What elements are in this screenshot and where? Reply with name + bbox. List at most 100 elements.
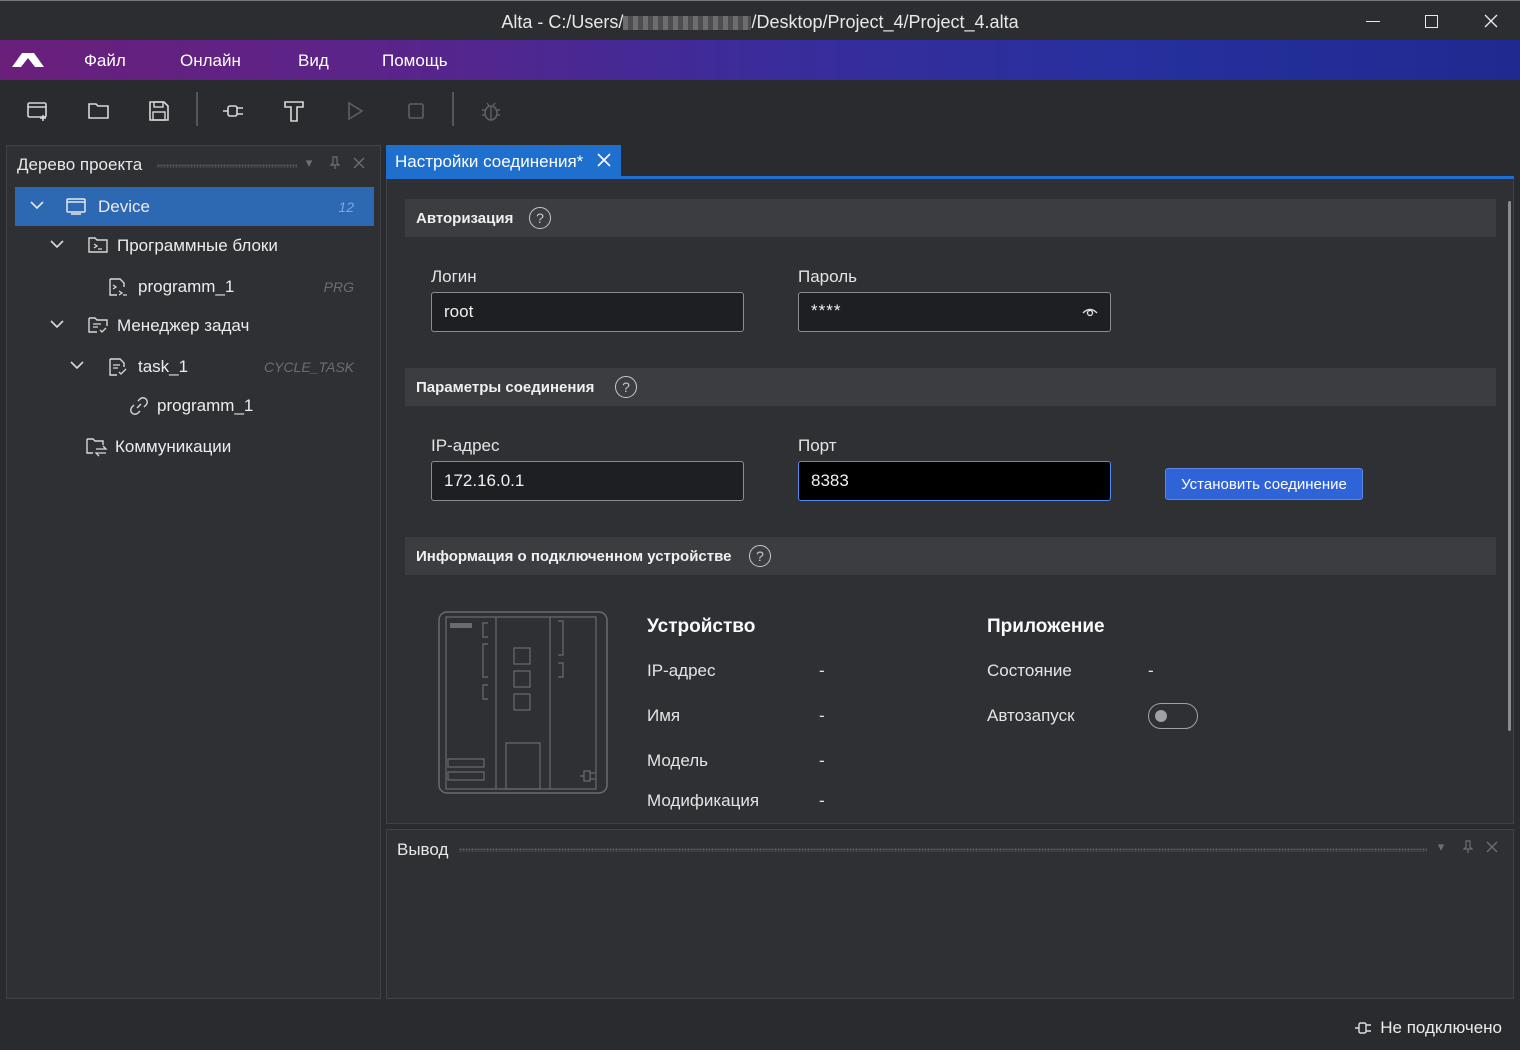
password-label: Пароль xyxy=(798,267,857,286)
save-button[interactable] xyxy=(146,98,172,124)
menu-view[interactable]: Вид xyxy=(298,51,329,71)
alta-logo-icon xyxy=(12,53,44,67)
menu-online[interactable]: Онлайн xyxy=(180,51,241,71)
section-title: Авторизация xyxy=(416,210,514,227)
minimize-button[interactable] xyxy=(1344,1,1402,41)
section-title: Информация о подключенном устройстве xyxy=(416,548,732,565)
password-input[interactable] xyxy=(811,301,1071,321)
tree-item-label: Программные блоки xyxy=(117,236,278,255)
device-name-label: Имя xyxy=(647,706,681,725)
plc-device-illustration xyxy=(438,611,608,794)
window-title-prefix: Alta - C:/Users/ xyxy=(501,12,624,32)
tree-item-task-1[interactable]: task_1 CYCLE_TASK xyxy=(15,347,374,386)
tab-connection-settings[interactable]: Настройки соединения* xyxy=(386,145,621,176)
help-icon[interactable]: ? xyxy=(615,376,637,398)
device-icon xyxy=(66,198,86,215)
program-file-icon xyxy=(109,278,127,296)
menu-file[interactable]: Файл xyxy=(84,51,126,71)
tree-item-label: Коммуникации xyxy=(115,437,232,456)
debug-bug-icon xyxy=(482,102,500,121)
autostart-toggle[interactable] xyxy=(1148,703,1198,729)
run-button[interactable] xyxy=(342,98,368,124)
tree-item-task-manager[interactable]: Менеджер задач xyxy=(15,306,374,345)
panel-close-icon[interactable] xyxy=(351,155,367,171)
help-icon[interactable]: ? xyxy=(749,545,771,567)
login-input[interactable] xyxy=(444,302,704,322)
toggle-knob xyxy=(1155,710,1167,722)
tree-item-communications[interactable]: Коммуникации xyxy=(15,427,374,466)
application-heading: Приложение xyxy=(987,616,1105,637)
tree-item-label: programm_1 xyxy=(157,396,254,415)
vertical-scrollbar[interactable] xyxy=(1508,201,1511,731)
section-connection-parameters: Параметры соединения ? xyxy=(405,368,1496,406)
panel-close-icon[interactable] xyxy=(1484,839,1500,855)
tab-close-icon[interactable] xyxy=(596,152,612,168)
show-password-eye-icon[interactable] xyxy=(1082,305,1098,319)
help-icon[interactable]: ? xyxy=(529,207,551,229)
panel-grip xyxy=(459,848,1427,852)
ip-address-input[interactable] xyxy=(444,471,704,491)
maximize-button[interactable] xyxy=(1402,1,1460,41)
window-title: Alta - C:/Users/ /Desktop/Project_4/Proje… xyxy=(0,12,1520,33)
status-bar: Не подключено xyxy=(0,1005,1520,1050)
ip-address-field[interactable] xyxy=(431,461,744,501)
disconnected-plug-icon xyxy=(1355,1022,1372,1034)
toolbar-separator xyxy=(452,92,454,126)
tree-item-tag: CYCLE_TASK xyxy=(264,359,354,375)
login-label: Логин xyxy=(431,267,477,286)
new-project-button[interactable] xyxy=(25,98,51,124)
panel-dropdown-icon[interactable]: ▾ xyxy=(1433,839,1449,855)
maximize-icon xyxy=(1424,14,1438,28)
chevron-down-icon[interactable] xyxy=(49,319,65,329)
stop-button[interactable] xyxy=(403,98,429,124)
login-field[interactable] xyxy=(431,292,744,332)
tree-item-programm-1[interactable]: programm_1 PRG xyxy=(15,267,374,306)
pin-icon[interactable] xyxy=(1460,839,1476,855)
open-folder-button[interactable] xyxy=(86,98,112,124)
build-button[interactable] xyxy=(281,98,307,124)
tree-item-label: task_1 xyxy=(138,357,189,376)
app-state-label: Состояние xyxy=(987,661,1072,680)
tree-item-programm-1-link[interactable]: programm_1 xyxy=(15,386,374,425)
tree-item-tag: 12 xyxy=(338,199,354,215)
password-field[interactable] xyxy=(798,292,1111,332)
tree-item-program-blocks[interactable]: Программные блоки xyxy=(15,226,374,265)
chevron-down-icon[interactable] xyxy=(49,239,65,249)
section-device-info: Информация о подключенном устройстве ? xyxy=(405,537,1496,575)
connect-plug-icon xyxy=(223,105,243,117)
pin-icon[interactable] xyxy=(327,155,343,171)
menu-help[interactable]: Помощь xyxy=(382,51,448,71)
connection-status: Не подключено xyxy=(1354,1018,1502,1038)
chevron-down-icon[interactable] xyxy=(29,200,45,210)
debug-button[interactable] xyxy=(478,98,504,124)
stop-icon xyxy=(408,103,424,119)
panel-dropdown-icon[interactable]: ▾ xyxy=(301,155,317,171)
tree-item-tag: PRG xyxy=(323,279,354,295)
device-heading: Устройство xyxy=(647,616,756,637)
establish-connection-button[interactable]: Установить соединение xyxy=(1165,468,1363,500)
link-icon xyxy=(130,397,148,415)
tree-item-label: Менеджер задач xyxy=(117,316,250,335)
port-field[interactable] xyxy=(798,461,1111,501)
close-window-button[interactable] xyxy=(1462,1,1520,41)
run-icon xyxy=(348,101,364,121)
output-title: Вывод xyxy=(397,840,449,859)
tree-item-label: programm_1 xyxy=(138,277,235,296)
device-model-label: Модель xyxy=(647,751,709,770)
task-file-icon xyxy=(109,358,127,376)
window-title-suffix: /Desktop/Project_4/Project_4.alta xyxy=(751,12,1019,32)
connect-button[interactable] xyxy=(221,98,247,124)
communications-folder-icon xyxy=(86,438,108,457)
project-tree-title: Дерево проекта xyxy=(17,155,143,174)
project-tree-panel: Дерево проекта ▾ Device 12 Программные б… xyxy=(6,145,381,999)
connection-settings-page: Авторизация ? Логин Пароль Параметры сое… xyxy=(386,179,1514,824)
menu-bar: Файл Онлайн Вид Помощь xyxy=(0,40,1520,80)
device-model-value: - xyxy=(819,751,825,770)
port-input[interactable] xyxy=(811,471,1071,491)
device-modification-label: Модификация xyxy=(647,791,760,810)
chevron-down-icon[interactable] xyxy=(69,360,85,370)
tree-item-label: Device xyxy=(98,197,150,216)
tree-item-device[interactable]: Device 12 xyxy=(15,187,374,226)
device-modification-value: - xyxy=(819,791,825,810)
section-authorization: Авторизация ? xyxy=(405,199,1496,237)
